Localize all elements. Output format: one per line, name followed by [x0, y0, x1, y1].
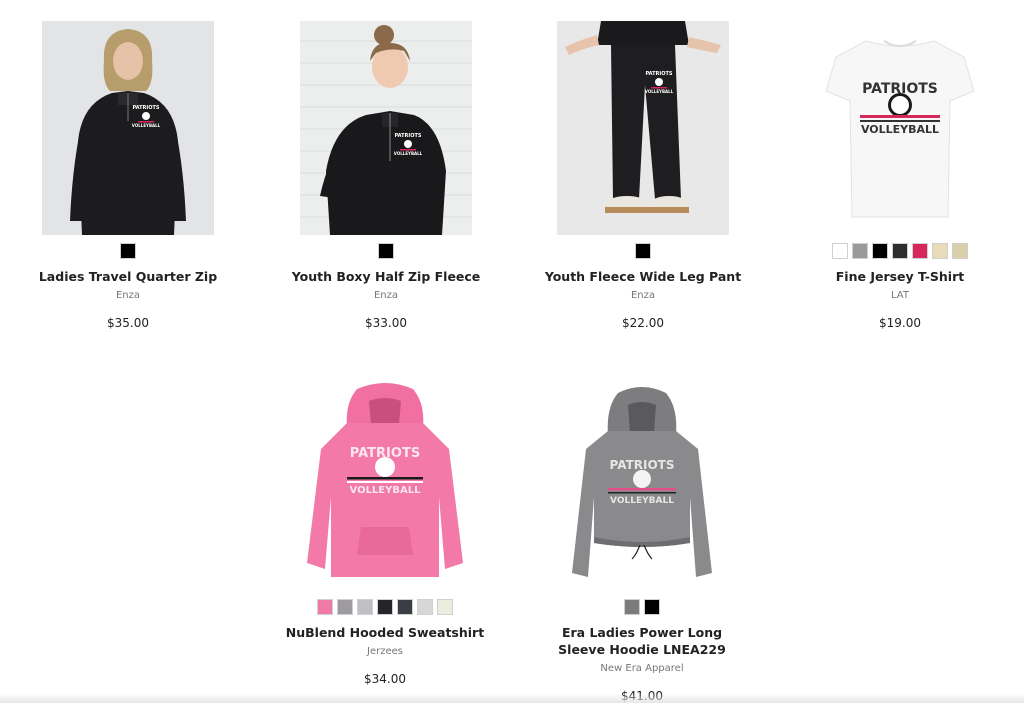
logo-print: VOLLEYBALL	[350, 485, 422, 496]
color-swatch[interactable]	[872, 243, 888, 259]
logo-print: PATRIOTS	[394, 133, 421, 139]
color-swatches	[542, 599, 742, 615]
product-image[interactable]: PATRIOTS VOLLEYBALL	[299, 377, 471, 591]
color-swatch[interactable]	[952, 243, 968, 259]
product-price: $33.00	[365, 316, 407, 330]
product-brand: Enza	[115, 290, 141, 301]
color-swatch[interactable]	[317, 599, 333, 615]
product-price: $22.00	[622, 316, 664, 330]
product-price: $34.00	[364, 672, 406, 686]
product-grid: PATRIOTS VOLLEYBALL Ladies Travel Quarte…	[0, 0, 1024, 703]
color-swatch[interactable]	[932, 243, 948, 259]
product-image[interactable]: PATRIOTS VOLLEYBALL	[556, 377, 728, 591]
product-image[interactable]: PATRIOTS VOLLEYBALL	[300, 21, 472, 235]
logo-print: VOLLEYBALL	[394, 151, 423, 156]
product-card[interactable]: PATRIOTS VOLLEYBALL NuBlend Hooded Sweat…	[285, 377, 485, 687]
color-swatches	[286, 243, 486, 259]
logo-print: VOLLEYBALL	[645, 89, 674, 94]
product-name[interactable]: NuBlend Hooded Sweatshirt	[285, 624, 485, 641]
color-swatches	[285, 599, 485, 615]
logo-print: PATRIOTS	[132, 105, 159, 111]
color-swatches	[28, 243, 228, 259]
color-swatch[interactable]	[417, 599, 433, 615]
product-image[interactable]: PATRIOTS VOLLEYBALL	[557, 21, 729, 235]
color-swatch[interactable]	[832, 243, 848, 259]
product-brand: Enza	[630, 290, 656, 301]
color-swatch[interactable]	[624, 599, 640, 615]
logo-print: PATRIOTS	[645, 71, 672, 77]
product-price: $19.00	[879, 316, 921, 330]
product-card[interactable]: PATRIOTS VOLLEYBALL Ladies Travel Quarte…	[28, 21, 228, 331]
logo-print: VOLLEYBALL	[610, 496, 674, 506]
color-swatches	[543, 243, 743, 259]
product-brand: Jerzees	[367, 646, 403, 657]
logo-print: VOLLEYBALL	[861, 123, 939, 136]
logo-print: PATRIOTS	[610, 458, 675, 472]
color-swatch[interactable]	[437, 599, 453, 615]
product-image[interactable]: PATRIOTS VOLLEYBALL	[42, 21, 214, 235]
color-swatch[interactable]	[852, 243, 868, 259]
product-brand: LAT	[891, 290, 909, 301]
product-image[interactable]: PATRIOTS VOLLEYBALL	[814, 21, 986, 235]
logo-print: VOLLEYBALL	[132, 123, 161, 128]
bottom-shadow	[0, 693, 1024, 703]
color-swatch[interactable]	[357, 599, 373, 615]
product-name[interactable]: Fine Jersey T-Shirt	[800, 268, 1000, 285]
product-brand: New Era Apparel	[600, 663, 684, 674]
product-name[interactable]: Youth Boxy Half Zip Fleece	[286, 268, 486, 285]
color-swatch[interactable]	[337, 599, 353, 615]
color-swatch[interactable]	[397, 599, 413, 615]
product-card[interactable]: PATRIOTS VOLLEYBALL Fine Jersey T-Shirt …	[800, 21, 1000, 331]
color-swatch[interactable]	[912, 243, 928, 259]
product-price: $35.00	[107, 316, 149, 330]
color-swatch[interactable]	[644, 599, 660, 615]
color-swatches	[800, 243, 1000, 259]
product-name[interactable]: Era Ladies Power Long Sleeve Hoodie LNEA…	[542, 624, 742, 658]
product-brand: Enza	[373, 290, 399, 301]
color-swatch[interactable]	[120, 243, 136, 259]
color-swatch[interactable]	[378, 243, 394, 259]
product-card[interactable]: PATRIOTS VOLLEYBALL Youth Boxy Half Zip …	[286, 21, 486, 331]
product-card[interactable]: PATRIOTS VOLLEYBALL Youth Fleece Wide Le…	[543, 21, 743, 331]
product-name[interactable]: Ladies Travel Quarter Zip	[28, 268, 228, 285]
color-swatch[interactable]	[635, 243, 651, 259]
color-swatch[interactable]	[892, 243, 908, 259]
product-name[interactable]: Youth Fleece Wide Leg Pant	[543, 268, 743, 285]
product-card[interactable]: PATRIOTS VOLLEYBALL Era Ladies Power Lon…	[542, 377, 742, 703]
color-swatch[interactable]	[377, 599, 393, 615]
